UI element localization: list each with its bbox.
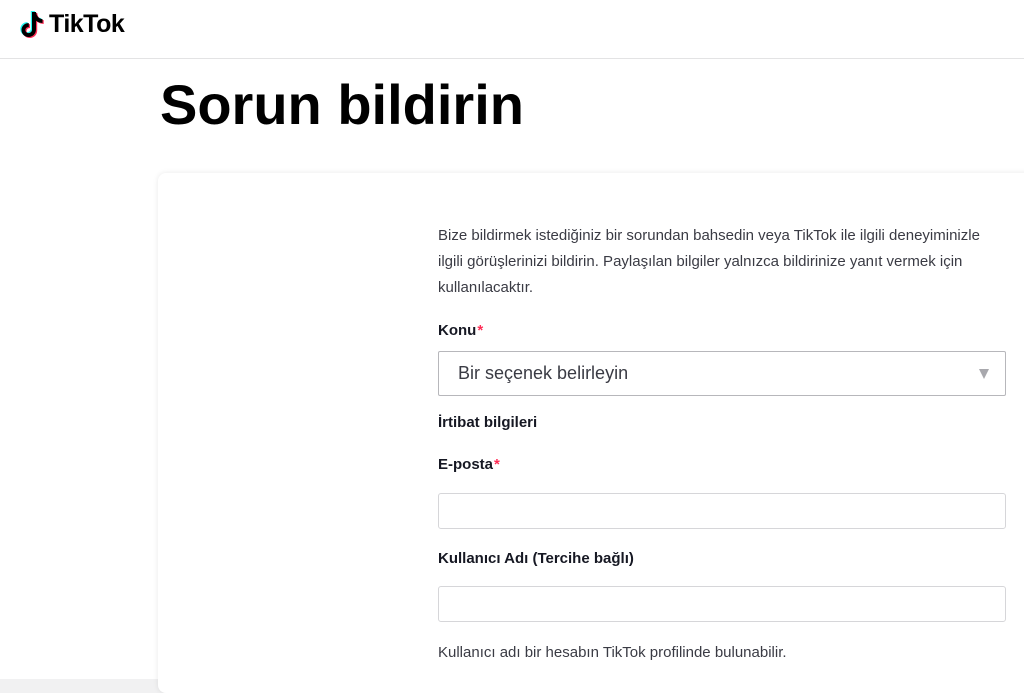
topic-select-value: Bir seçenek belirleyin	[458, 363, 629, 383]
email-label-text: E-posta	[438, 456, 494, 473]
page-title: Sorun bildirin	[160, 73, 524, 136]
top-navigation-bar: TikTok	[0, 0, 1024, 59]
tiktok-logo-link[interactable]: TikTok	[20, 8, 125, 40]
required-asterisk: *	[494, 456, 500, 473]
email-field[interactable]	[438, 493, 1006, 529]
contact-section-heading: İrtibat bilgileri	[438, 414, 538, 431]
page-content: Sorun bildirin Bize bildirmek istediğini…	[0, 59, 1024, 693]
topic-label: Konu*	[438, 321, 483, 341]
topic-select[interactable]: Bir seçenek belirleyin	[438, 351, 1006, 396]
email-label: E-posta*	[438, 455, 500, 475]
report-form: Bize bildirmek istediğiniz bir sorundan …	[438, 223, 1006, 661]
username-help-text: Kullanıcı adı bir hesabın TikTok profili…	[438, 644, 787, 661]
topic-label-text: Konu	[438, 322, 477, 339]
username-label: Kullanıcı Adı (Tercihe bağlı)	[438, 550, 634, 567]
report-form-card: Bize bildirmek istediğiniz bir sorundan …	[158, 173, 1024, 693]
brand-name: TikTok	[49, 10, 125, 38]
form-intro-text: Bize bildirmek istediğiniz bir sorundan …	[438, 227, 980, 296]
required-asterisk: *	[477, 322, 484, 339]
tiktok-note-icon	[20, 11, 44, 38]
username-field[interactable]	[438, 586, 1006, 622]
triangle-down-icon	[979, 369, 989, 379]
